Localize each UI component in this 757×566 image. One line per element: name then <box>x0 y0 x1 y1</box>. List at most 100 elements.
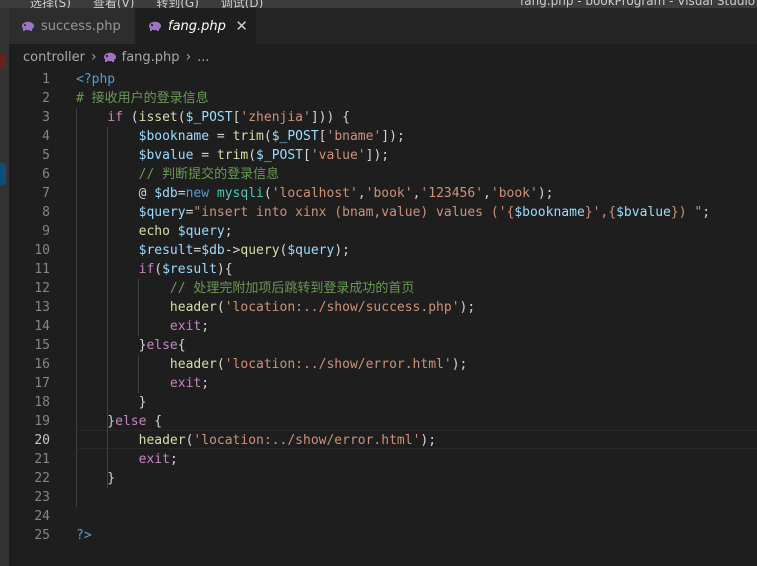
close-icon[interactable]: ✕ <box>235 17 248 35</box>
code-token: ( <box>122 110 139 125</box>
code-line[interactable]: 17 exit; <box>9 374 757 393</box>
code-line[interactable]: 18 } <box>9 393 757 412</box>
code-token: 'location:../show/error.html' <box>193 433 421 448</box>
line-number: 13 <box>34 300 50 315</box>
code-token: }) " <box>670 205 703 220</box>
code-token: @ <box>76 186 155 201</box>
code-editor[interactable]: 1 <?php 2 # 接收用户的登录信息 3 if (isset($_POST['zh… <box>9 70 757 566</box>
code-line[interactable]: 9 echo $query; <box>9 222 757 241</box>
code-token: $query <box>177 224 225 239</box>
code-token: ){ <box>216 262 233 277</box>
code-line[interactable]: 2 # 接收用户的登录信息 <box>9 89 757 108</box>
code-line[interactable]: 15 }else{ <box>9 336 757 355</box>
menu-item-debug[interactable]: 调试(D) <box>221 0 264 8</box>
code-token: ( <box>263 129 272 144</box>
code-line[interactable]: 10 $result=$db->query($query); <box>9 241 757 260</box>
code-line[interactable]: 7 @ $db=new mysqli('localhost','book','1… <box>9 184 757 203</box>
code-line[interactable]: 13 header('location:../show/success.php'… <box>9 298 757 317</box>
code-token: if <box>107 110 123 125</box>
code-line[interactable]: 23 <box>9 488 757 507</box>
code-line[interactable]: 6 // 判断提交的登录信息 <box>9 165 757 184</box>
code-line[interactable]: 5 $bvalue = trim($_POST['value']); <box>9 146 757 165</box>
code-line[interactable]: 25 ?> <box>9 526 757 545</box>
code-token: ]); <box>381 129 405 144</box>
php-elephant-icon <box>149 21 161 31</box>
line-number: 15 <box>34 338 50 353</box>
code-token: } <box>76 414 116 429</box>
code-text: }else { <box>76 412 162 431</box>
code-token: $_POST <box>185 110 233 125</box>
code-token: ; <box>224 224 233 239</box>
code-text: exit; <box>76 374 209 393</box>
line-number: 5 <box>42 148 50 163</box>
code-text: header('location:../show/success.php'); <box>76 298 475 317</box>
code-line[interactable]: 22 } <box>9 469 757 488</box>
breadcrumb-symbol[interactable]: ... <box>197 50 209 65</box>
code-token: [ <box>303 148 311 163</box>
code-line[interactable]: 8 $query="insert into xinx (bnam,value) … <box>9 203 757 222</box>
tab-fang-php[interactable]: fang.php ✕ <box>136 8 256 44</box>
code-line[interactable]: 24 <box>9 507 757 526</box>
code-token: # 接收用户的登录信息 <box>76 91 209 106</box>
code-token: $query <box>287 243 335 258</box>
code-line[interactable]: 16 header('location:../show/error.html')… <box>9 355 757 374</box>
breadcrumb-file[interactable]: fang.php <box>122 50 180 65</box>
tab-label: fang.php <box>168 18 226 34</box>
code-line[interactable]: 12 // 处理完附加项后跳转到登录成功的首页 <box>9 279 757 298</box>
code-token: header <box>169 357 217 372</box>
breadcrumb: controller › fang.php › ... <box>9 44 757 70</box>
code-text: echo $query; <box>76 222 233 241</box>
window-title: fang.php - bookProgram - Visual Studio C… <box>520 0 757 8</box>
activity-badge-error[interactable] <box>0 54 6 68</box>
code-line[interactable]: 4 $bookname = trim($_POST['bname']); <box>9 127 757 146</box>
code-text: $query="insert into xinx (bnam,value) va… <box>76 203 710 222</box>
code-line[interactable]: 21 exit; <box>9 450 757 469</box>
code-line[interactable]: 1 <?php <box>9 70 757 89</box>
code-line[interactable]: 20 header('location:../show/error.html')… <box>9 431 757 450</box>
code-token: <?php <box>76 72 116 87</box>
line-number: 23 <box>34 490 50 505</box>
code-token: // 判断提交的登录信息 <box>138 167 280 182</box>
code-token: exit <box>169 319 202 334</box>
code-token: mysqli <box>216 186 264 201</box>
menu-item-goto[interactable]: 转到(G) <box>156 0 199 8</box>
menu-item-view[interactable]: 查看(V) <box>93 0 135 8</box>
code-token: ( <box>248 148 257 163</box>
code-text: }else{ <box>76 336 186 355</box>
code-token: $db <box>154 186 178 201</box>
line-number: 17 <box>34 376 50 391</box>
code-token: $result <box>162 262 217 277</box>
code-token: $_POST <box>271 129 319 144</box>
activity-badge-active[interactable] <box>0 163 6 185</box>
code-line[interactable]: 3 if (isset($_POST['zhenjia'])) { <box>9 108 757 127</box>
code-text: exit; <box>76 317 209 336</box>
code-token: $bvalue <box>138 148 194 163</box>
code-line[interactable]: 11 if($result){ <box>9 260 757 279</box>
code-text: ?> <box>76 526 92 545</box>
menu-item-selection[interactable]: 选择(S) <box>30 0 71 8</box>
code-token: }',{ <box>584 205 617 220</box>
chevron-right-icon: › <box>91 49 97 65</box>
code-token: 'location:../show/success.php' <box>224 300 460 315</box>
code-token: else <box>146 338 178 353</box>
code-token: { <box>146 414 163 429</box>
tab-success-php[interactable]: success.php <box>9 8 135 44</box>
code-token: ); <box>420 433 437 448</box>
menu-bar[interactable]: 选择(S) 查看(V) 转到(G) 调试(D) <box>30 0 281 8</box>
code-token: -> <box>224 243 241 258</box>
line-number: 14 <box>34 319 50 334</box>
line-number: 10 <box>34 243 50 258</box>
line-number: 24 <box>34 509 50 524</box>
code-line[interactable]: 14 exit; <box>9 317 757 336</box>
code-line[interactable]: 19 }else { <box>9 412 757 431</box>
breadcrumb-folder[interactable]: controller <box>23 50 85 65</box>
line-number: 25 <box>34 528 50 543</box>
